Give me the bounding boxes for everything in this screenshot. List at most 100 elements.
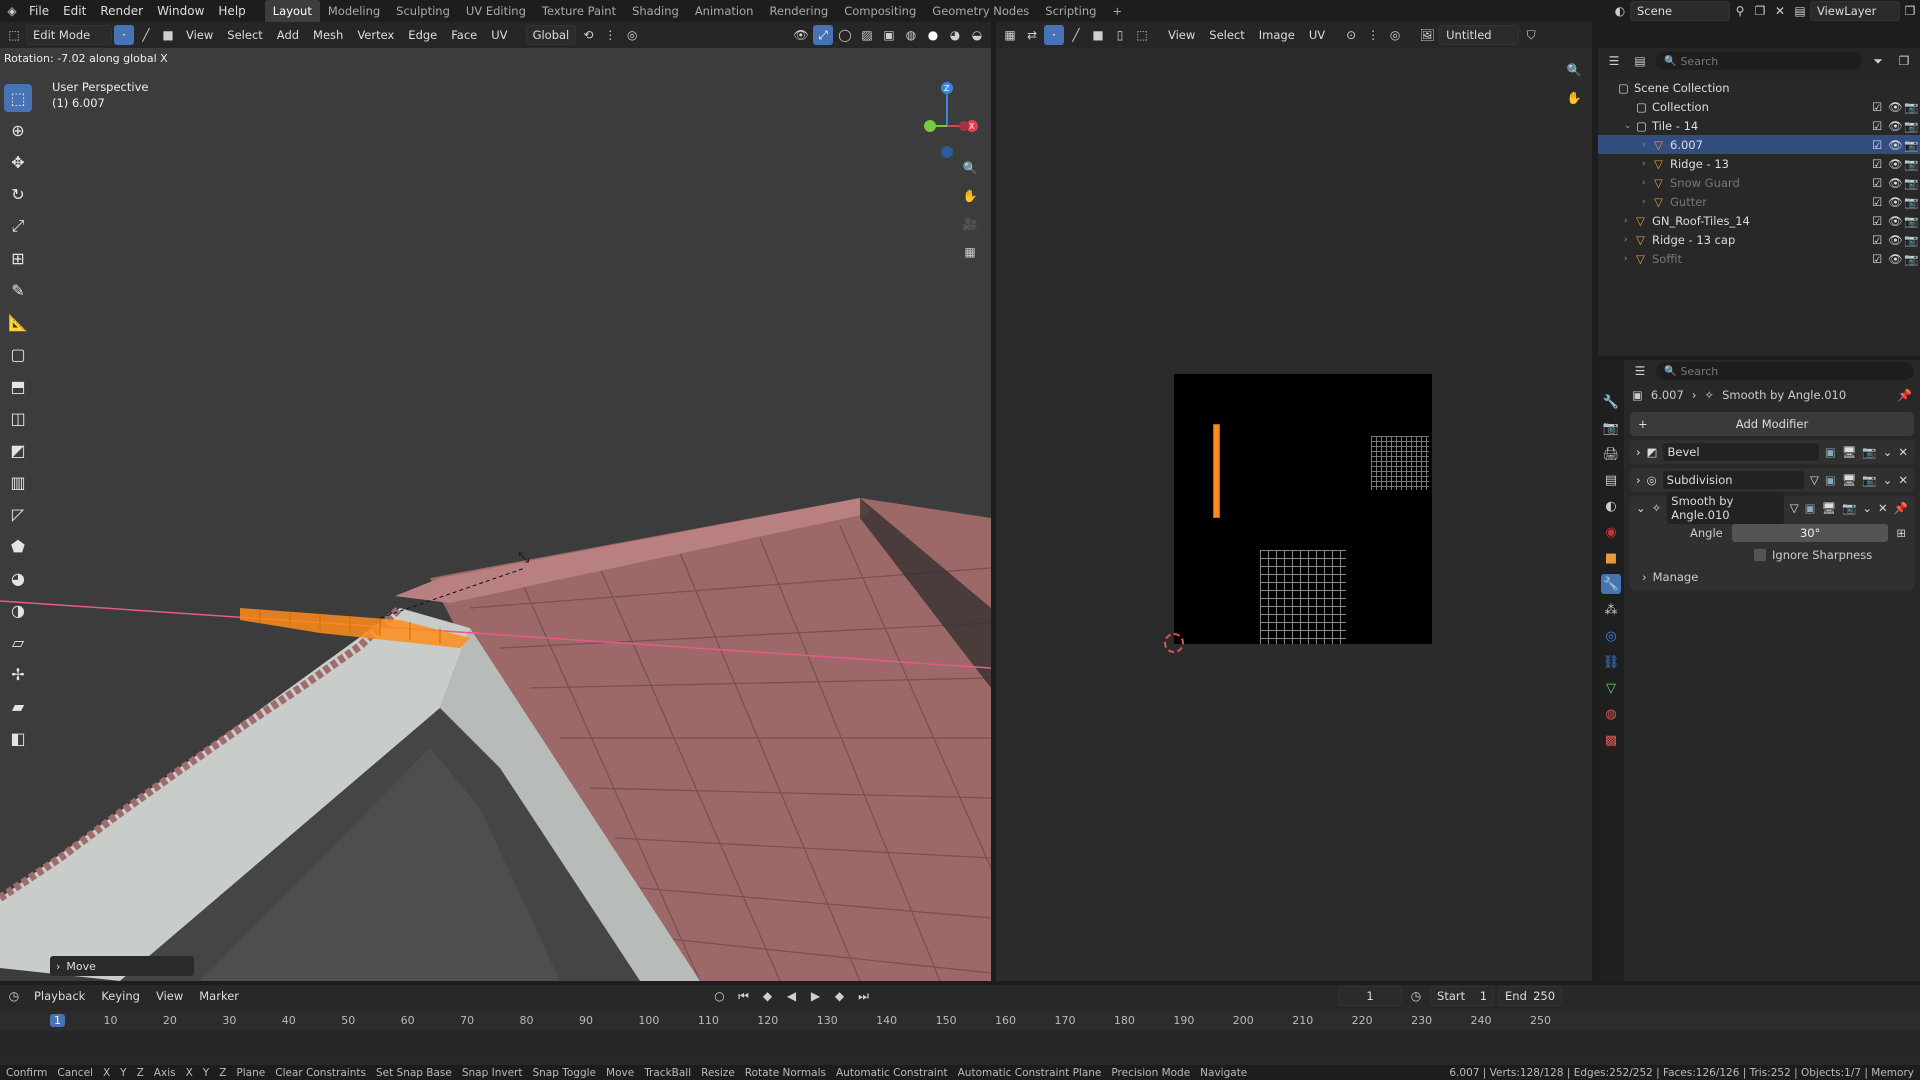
properties-search[interactable]: 🔍 Search	[1656, 362, 1914, 380]
tab-rendering[interactable]: Rendering	[761, 0, 836, 22]
next-key-icon[interactable]: ◆	[830, 986, 850, 1006]
cage-toggle-icon[interactable]: ▽	[1790, 501, 1799, 515]
menu-vertex[interactable]: Vertex	[351, 25, 400, 45]
menu-uv[interactable]: UV	[1303, 25, 1331, 45]
exclude-checkbox-icon[interactable]: ☑	[1872, 176, 1888, 190]
zoom-icon[interactable]: 🔍	[1564, 60, 1584, 80]
gizmo-icon[interactable]: ⤢	[813, 25, 833, 45]
uv-edge-select-icon[interactable]: ╱	[1066, 25, 1086, 45]
data-tab-icon[interactable]: ▽	[1601, 678, 1621, 698]
exclude-checkbox-icon[interactable]: ☑	[1872, 100, 1888, 114]
viewport-toggle-icon[interactable]: 🖥	[1842, 473, 1857, 487]
shrink-fatten-tool-icon[interactable]: ✢	[4, 660, 32, 688]
constraints-tab-icon[interactable]: ⛓	[1601, 652, 1621, 672]
edge-slide-tool-icon[interactable]: ▱	[4, 628, 32, 656]
tab-modeling[interactable]: Modeling	[320, 0, 388, 22]
tab-compositing[interactable]: Compositing	[836, 0, 924, 22]
display-mode-icon[interactable]: ▤	[1630, 51, 1650, 71]
new-scene-icon[interactable]: ❐	[1750, 1, 1770, 21]
add-cube-tool-icon[interactable]: ▢	[4, 340, 32, 368]
rotate-tool-icon[interactable]: ↻	[4, 180, 32, 208]
editor-type-icon[interactable]: ☰	[1630, 361, 1650, 381]
close-icon[interactable]: ✕	[1878, 501, 1888, 515]
expand-arrow-icon[interactable]: ›	[1624, 254, 1636, 264]
jump-start-icon[interactable]: ⏮	[734, 986, 754, 1006]
chevron-down-icon[interactable]: ⌄	[1636, 501, 1646, 515]
eye-icon[interactable]: 👁	[1888, 195, 1904, 209]
editmode-toggle-icon[interactable]: ▣	[1825, 473, 1836, 487]
pan-hand-icon[interactable]: ✋	[960, 186, 980, 206]
prev-key-icon[interactable]: ◆	[758, 986, 778, 1006]
timeline-ruler[interactable]: 1 10 20 30 40 50 60 70 80 90 100 110 120 130 140 150 160…	[0, 1011, 1920, 1031]
chevron-right-icon[interactable]: ›	[1636, 473, 1641, 487]
outliner-row[interactable]: › ▽ Ridge - 13 ☑ 👁 📷	[1598, 154, 1920, 173]
expand-arrow-icon[interactable]: ›	[1642, 159, 1654, 169]
loop-cut-tool-icon[interactable]: ▥	[4, 468, 32, 496]
filter-icon[interactable]: ⏷	[1868, 51, 1888, 71]
camera-icon[interactable]: 📷	[1904, 119, 1920, 133]
cage-toggle-icon[interactable]: ▽	[1810, 473, 1819, 487]
menu-window[interactable]: Window	[150, 0, 211, 22]
render-toggle-icon[interactable]: 📷	[1862, 473, 1876, 487]
eye-icon[interactable]: 👁	[1888, 214, 1904, 228]
scale-tool-icon[interactable]: ⤢	[4, 212, 32, 240]
render-toggle-icon[interactable]: 📷	[1842, 501, 1856, 515]
uv-vertex-select-icon[interactable]: ·	[1044, 25, 1064, 45]
object-tab-icon[interactable]: ■	[1601, 548, 1621, 568]
rip-tool-icon[interactable]: ◧	[4, 724, 32, 752]
close-icon[interactable]: ✕	[1898, 473, 1908, 487]
outliner-row[interactable]: › ▽ 6.007 ☑ 👁 📷	[1598, 135, 1920, 154]
camera-icon[interactable]: 📷	[1904, 233, 1920, 247]
uv-sync-icon[interactable]: ⇄	[1022, 25, 1042, 45]
shading-rendered-icon[interactable]: ◒	[967, 25, 987, 45]
outliner-row[interactable]: › ▽ Soffit ☑ 👁 📷	[1598, 249, 1920, 268]
end-frame-field[interactable]: End 250	[1498, 986, 1563, 1006]
sticky-select-icon[interactable]: ⬚	[1132, 25, 1152, 45]
zoom-icon[interactable]: 🔍	[960, 158, 980, 178]
clock-icon[interactable]: ◷	[1406, 986, 1426, 1006]
expand-arrow-icon[interactable]: ›	[1642, 197, 1654, 207]
eye-icon[interactable]: 👁	[1888, 233, 1904, 247]
tab-texture-paint[interactable]: Texture Paint	[534, 0, 624, 22]
uv-island-grid-large[interactable]	[1260, 550, 1346, 644]
vertex-select-icon[interactable]: ·	[114, 25, 134, 45]
spin-tool-icon[interactable]: ◕	[4, 564, 32, 592]
menu-view[interactable]: View	[1162, 25, 1201, 45]
camera-icon[interactable]: 📷	[1904, 176, 1920, 190]
tab-uv-editing[interactable]: UV Editing	[458, 0, 534, 22]
uv-island-selected[interactable]	[1213, 424, 1220, 518]
exclude-checkbox-icon[interactable]: ☑	[1872, 157, 1888, 171]
last-operator-panel[interactable]: › Move	[50, 956, 194, 976]
modifier-name[interactable]: Smooth by Angle.010	[1667, 492, 1784, 524]
exclude-checkbox-icon[interactable]: ☑	[1872, 119, 1888, 133]
particles-tab-icon[interactable]: ⁂	[1601, 600, 1621, 620]
xray-icon[interactable]: ▣	[879, 25, 899, 45]
angle-field[interactable]: 30°	[1732, 524, 1889, 542]
ortho-toggle-icon[interactable]: ▦	[960, 242, 980, 262]
editmode-toggle-icon[interactable]: ▣	[1825, 445, 1836, 459]
menu-view[interactable]: View	[180, 25, 219, 45]
play-reverse-icon[interactable]: ◀	[782, 986, 802, 1006]
proportional-edit-icon[interactable]: ◎	[1385, 25, 1405, 45]
pan-hand-icon[interactable]: ✋	[1564, 88, 1584, 108]
tool-tab-icon[interactable]: 🔧	[1601, 392, 1621, 412]
menu-edge[interactable]: Edge	[402, 25, 443, 45]
viewport-toggle-icon[interactable]: 🖥	[1821, 501, 1836, 515]
pin-icon[interactable]: ⚲	[1730, 1, 1750, 21]
camera-icon[interactable]: 📷	[1904, 195, 1920, 209]
mode-selector[interactable]: Edit Mode	[26, 25, 112, 45]
outliner-row[interactable]: › ▽ Snow Guard ☑ 👁 📷	[1598, 173, 1920, 192]
menu-render[interactable]: Render	[93, 0, 150, 22]
modifier-subdivision[interactable]: › ◎ Subdivision ▽ ▣ 🖥 📷 ⌄ ✕	[1630, 468, 1914, 492]
exclude-checkbox-icon[interactable]: ☑	[1872, 252, 1888, 266]
shading-solid-icon[interactable]: ●	[923, 25, 943, 45]
eye-icon[interactable]: 👁	[1888, 252, 1904, 266]
uv-editor[interactable]: 🔍 ✋	[996, 48, 1592, 981]
menu-edit[interactable]: Edit	[56, 0, 93, 22]
menu-add[interactable]: Add	[271, 25, 305, 45]
cursor-tool-icon[interactable]: ⊕	[4, 116, 32, 144]
exclude-checkbox-icon[interactable]: ☑	[1872, 138, 1888, 152]
modifier-name[interactable]: Bevel	[1663, 443, 1819, 461]
chevron-down-icon[interactable]: ⌄	[1883, 473, 1893, 487]
editor-type-icon[interactable]: ◷	[4, 986, 24, 1006]
